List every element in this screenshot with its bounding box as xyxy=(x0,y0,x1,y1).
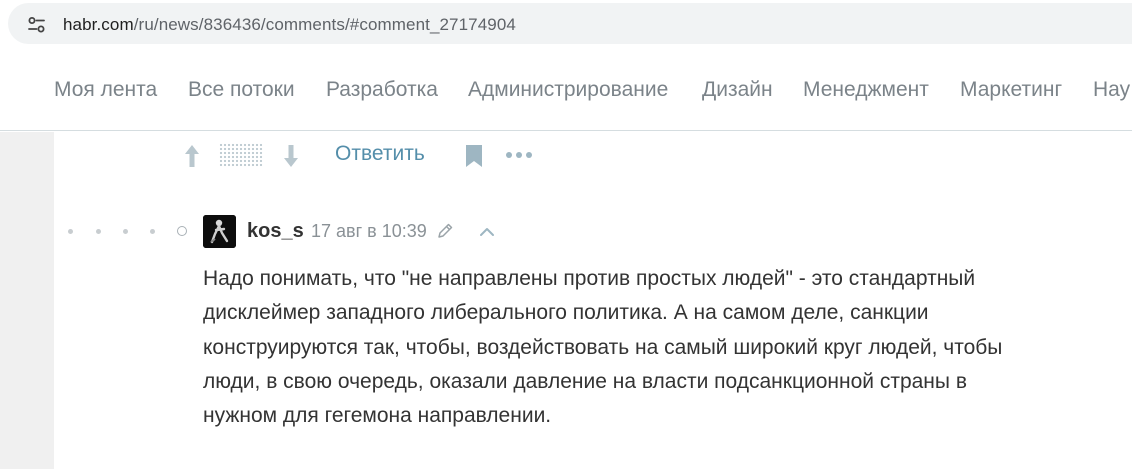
comment-line: дисклеймер западного либерального полити… xyxy=(203,301,929,325)
thread-depth-current[interactable] xyxy=(177,226,187,236)
url-text[interactable]: habr.com/ru/news/836436/comments/#commen… xyxy=(63,15,516,35)
tune-icon[interactable] xyxy=(27,15,47,35)
comment-author[interactable]: kos_s xyxy=(247,220,304,243)
url-host: habr.com xyxy=(63,15,134,34)
nav-item-science[interactable]: Нау xyxy=(1093,78,1130,102)
hub-navigation: Моя лента Все потоки Разработка Админист… xyxy=(0,52,1132,131)
bookmark-icon[interactable] xyxy=(465,144,483,168)
browser-address-bar: habr.com/ru/news/836436/comments/#commen… xyxy=(0,0,1132,52)
reply-button[interactable]: Ответить xyxy=(335,142,425,166)
thread-depth-dot xyxy=(150,229,155,234)
comment-line: Надо понимать, что "не направлены против… xyxy=(203,267,976,290)
hidden-score xyxy=(219,143,263,167)
pencil-icon xyxy=(436,222,454,240)
nav-item-development[interactable]: Разработка xyxy=(326,78,438,102)
thread-depth-dot xyxy=(96,229,101,234)
arrow-up-icon[interactable] xyxy=(182,143,202,169)
nav-item-my-feed[interactable]: Моя лента xyxy=(54,78,157,102)
thread-depth-dot xyxy=(123,229,128,234)
nav-item-administration[interactable]: Администрирование xyxy=(468,78,668,102)
comment-line: конструируются так, чтобы, воздействоват… xyxy=(203,335,1003,359)
comment-timestamp[interactable]: 17 авг в 10:39 xyxy=(311,221,427,242)
nav-item-all-streams[interactable]: Все потоки xyxy=(188,78,295,102)
arrow-down-icon[interactable] xyxy=(281,143,301,169)
thread-depth-dot xyxy=(68,229,73,234)
chevron-up-icon[interactable] xyxy=(477,222,497,242)
comment-body: Надо понимать, что "не направлены против… xyxy=(203,262,1103,433)
avatar[interactable] xyxy=(203,215,236,248)
comment-line: нужном для гегемона направлении. xyxy=(203,404,552,428)
comment-line: люди, в свою очередь, оказали давление н… xyxy=(203,369,967,393)
omnibox[interactable]: habr.com/ru/news/836436/comments/#commen… xyxy=(8,3,1132,44)
nav-item-design[interactable]: Дизайн xyxy=(702,78,773,102)
nav-item-marketing[interactable]: Маркетинг xyxy=(960,78,1062,102)
more-icon[interactable] xyxy=(505,148,533,162)
nav-item-management[interactable]: Менеджмент xyxy=(803,78,929,102)
url-path: /ru/news/836436/comments/#comment_271749… xyxy=(133,15,516,34)
